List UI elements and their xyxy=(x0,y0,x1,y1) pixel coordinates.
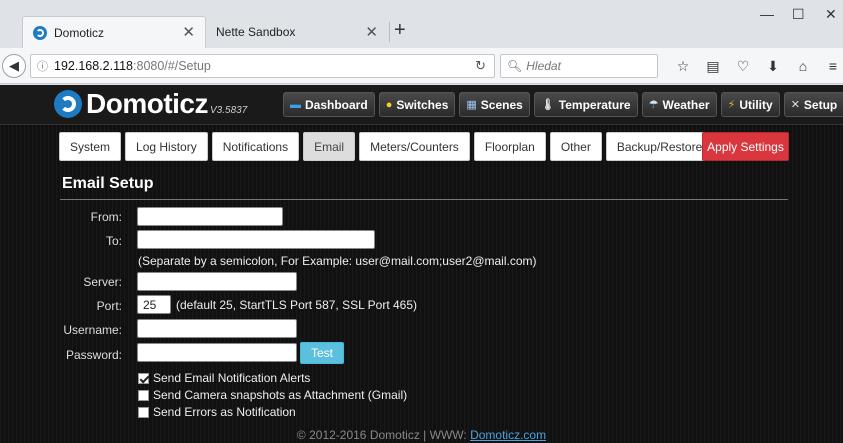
bookmark-star-icon[interactable]: ☆ xyxy=(668,58,698,75)
logo-version: V3.5837 xyxy=(210,104,248,116)
close-tab-icon[interactable]: ✕ xyxy=(365,25,378,40)
checkbox-label: Send Camera snapshots as Attachment (Gma… xyxy=(153,388,408,402)
browser-navbar: ◀ ⓘ 192.168.2.118 :8080/#/Setup ↻ 🔍︎ Hle… xyxy=(0,48,843,84)
menu-utility[interactable]: ⚡ Utility xyxy=(720,92,780,117)
tab-floorplan[interactable]: Floorplan xyxy=(473,132,546,161)
checkbox-label: Send Email Notification Alerts xyxy=(153,371,311,385)
test-button[interactable]: Test xyxy=(300,342,344,364)
back-arrow-icon[interactable]: ◀ xyxy=(2,54,26,78)
to-label: To: xyxy=(105,234,122,248)
setup-content: System Log History Notifications Email M… xyxy=(52,126,801,426)
tab-email[interactable]: Email xyxy=(303,132,356,161)
browser-tab-nette[interactable]: Nette Sandbox ✕ xyxy=(206,16,388,48)
tab-log-history[interactable]: Log History xyxy=(125,132,208,161)
checkbox-unchecked[interactable] xyxy=(138,406,149,418)
top-menu: ▬ Dashboard ● Switches ▦ Scenes 🌡︎ Temperatu… xyxy=(283,92,843,117)
checkbox-checked[interactable] xyxy=(138,372,149,384)
web-page: Domoticz V3.5837 ▬ Dashboard ● Switches ▦ S… xyxy=(0,85,843,443)
browser-tab-domoticz[interactable]: Domoticz ✕ xyxy=(22,16,206,48)
close-tab-icon[interactable]: ✕ xyxy=(182,25,195,40)
tab-meters-counters[interactable]: Meters/Counters xyxy=(359,132,470,161)
toolbar-icons: ☆ ▤ ♡ ⬇ ⌂ ≡ xyxy=(668,58,843,75)
scenes-icon: ▦ xyxy=(466,99,477,111)
search-icon: 🔍︎ xyxy=(507,59,523,73)
url-host: 192.168.2.118 xyxy=(54,59,134,73)
search-placeholder: Hledat xyxy=(526,59,561,73)
browser-titlebar: Domoticz ✕ Nette Sandbox ✕ + — ☐ ✕ xyxy=(0,0,843,48)
to-note: (Separate by a semicolon, For Example: u… xyxy=(138,254,537,268)
bulb-icon: ● xyxy=(385,98,393,111)
tools-icon: ✕ xyxy=(790,99,800,111)
password-field[interactable] xyxy=(137,343,297,362)
home-icon[interactable]: ⌂ xyxy=(788,58,818,75)
menu-label: Temperature xyxy=(558,97,631,112)
tab-other[interactable]: Other xyxy=(549,132,602,161)
username-field[interactable] xyxy=(137,319,297,338)
port-label: Port: xyxy=(96,299,122,313)
menu-label: Weather xyxy=(662,97,710,112)
to-field[interactable] xyxy=(137,230,375,249)
maximize-icon[interactable]: ☐ xyxy=(792,6,805,23)
footer-link[interactable]: Domoticz.com xyxy=(470,428,546,442)
server-label: Server: xyxy=(83,275,122,289)
section-divider xyxy=(60,199,788,200)
reload-icon[interactable]: ↻ xyxy=(475,58,486,74)
tab-notifications[interactable]: Notifications xyxy=(211,132,300,161)
port-field[interactable] xyxy=(137,295,171,314)
footer-text: © 2012-2016 Domoticz | WWW: xyxy=(296,428,467,442)
minimize-icon[interactable]: — xyxy=(760,6,774,22)
from-field[interactable] xyxy=(137,207,283,226)
browser-tab-title: Nette Sandbox xyxy=(216,25,296,39)
server-field[interactable] xyxy=(137,272,297,291)
password-label: Password: xyxy=(65,348,122,362)
checkbox-errors-notification[interactable]: Send Errors as Notification xyxy=(138,405,296,419)
menu-weather[interactable]: ☂ Weather xyxy=(641,92,717,117)
domoticz-logo-icon xyxy=(54,90,82,118)
menu-temperature[interactable]: 🌡︎ Temperature xyxy=(533,92,638,117)
logo-name: Domoticz xyxy=(86,88,209,119)
apply-settings-button[interactable]: Apply Settings xyxy=(702,132,789,161)
setup-tabs: System Log History Notifications Email M… xyxy=(59,132,714,161)
thermometer-icon: 🌡︎ xyxy=(540,99,555,111)
from-label: From: xyxy=(90,210,122,224)
menu-setup[interactable]: ✕Setup▼ xyxy=(783,92,843,117)
menu-label: Utility xyxy=(739,97,773,112)
menu-scenes[interactable]: ▦ Scenes xyxy=(459,92,530,117)
tab-backup-restore[interactable]: Backup/Restore xyxy=(605,132,714,161)
domoticz-favicon-icon xyxy=(33,25,47,40)
app-header: Domoticz V3.5837 ▬ Dashboard ● Switches ▦ S… xyxy=(0,85,843,125)
tab-separator xyxy=(389,22,390,42)
window-close-icon[interactable]: ✕ xyxy=(825,6,837,23)
url-path: :8080/#/Setup xyxy=(133,59,211,73)
utility-icon: ⚡ xyxy=(727,99,736,111)
weather-icon: ☂ xyxy=(648,99,659,111)
checkbox-unchecked[interactable] xyxy=(138,389,149,401)
menu-label: Dashboard xyxy=(305,97,368,112)
menu-icon[interactable]: ≡ xyxy=(818,58,843,75)
username-label: Username: xyxy=(63,323,122,337)
search-input[interactable]: 🔍︎ Hledat xyxy=(500,54,658,78)
info-icon[interactable]: ⓘ xyxy=(37,58,48,74)
menu-dashboard[interactable]: ▬ Dashboard xyxy=(283,92,375,117)
dashboard-icon: ▬ xyxy=(290,98,301,111)
url-bar[interactable]: ⓘ 192.168.2.118 :8080/#/Setup ↻ xyxy=(30,54,495,78)
tab-system[interactable]: System xyxy=(59,132,122,161)
new-tab-icon[interactable]: + xyxy=(394,20,406,40)
menu-label: Scenes xyxy=(480,97,523,112)
menu-label: Switches xyxy=(396,97,449,112)
download-icon[interactable]: ⬇ xyxy=(758,58,788,75)
page-footer: © 2012-2016 Domoticz | WWW: Domoticz.com xyxy=(0,428,843,442)
checkbox-email-alerts[interactable]: Send Email Notification Alerts xyxy=(138,371,310,385)
browser-tab-title: Domoticz xyxy=(54,25,105,40)
domoticz-logo[interactable]: Domoticz V3.5837 xyxy=(54,88,247,120)
checkbox-label: Send Errors as Notification xyxy=(153,405,296,419)
section-title: Email Setup xyxy=(62,175,154,192)
port-note: (default 25, StartTLS Port 587, SSL Port… xyxy=(176,298,418,312)
pocket-icon[interactable]: ♡ xyxy=(728,58,758,75)
checkbox-camera-snapshots[interactable]: Send Camera snapshots as Attachment (Gma… xyxy=(138,388,407,402)
menu-switches[interactable]: ● Switches xyxy=(378,92,456,117)
reading-list-icon[interactable]: ▤ xyxy=(698,58,728,75)
menu-label: Setup xyxy=(803,97,838,112)
